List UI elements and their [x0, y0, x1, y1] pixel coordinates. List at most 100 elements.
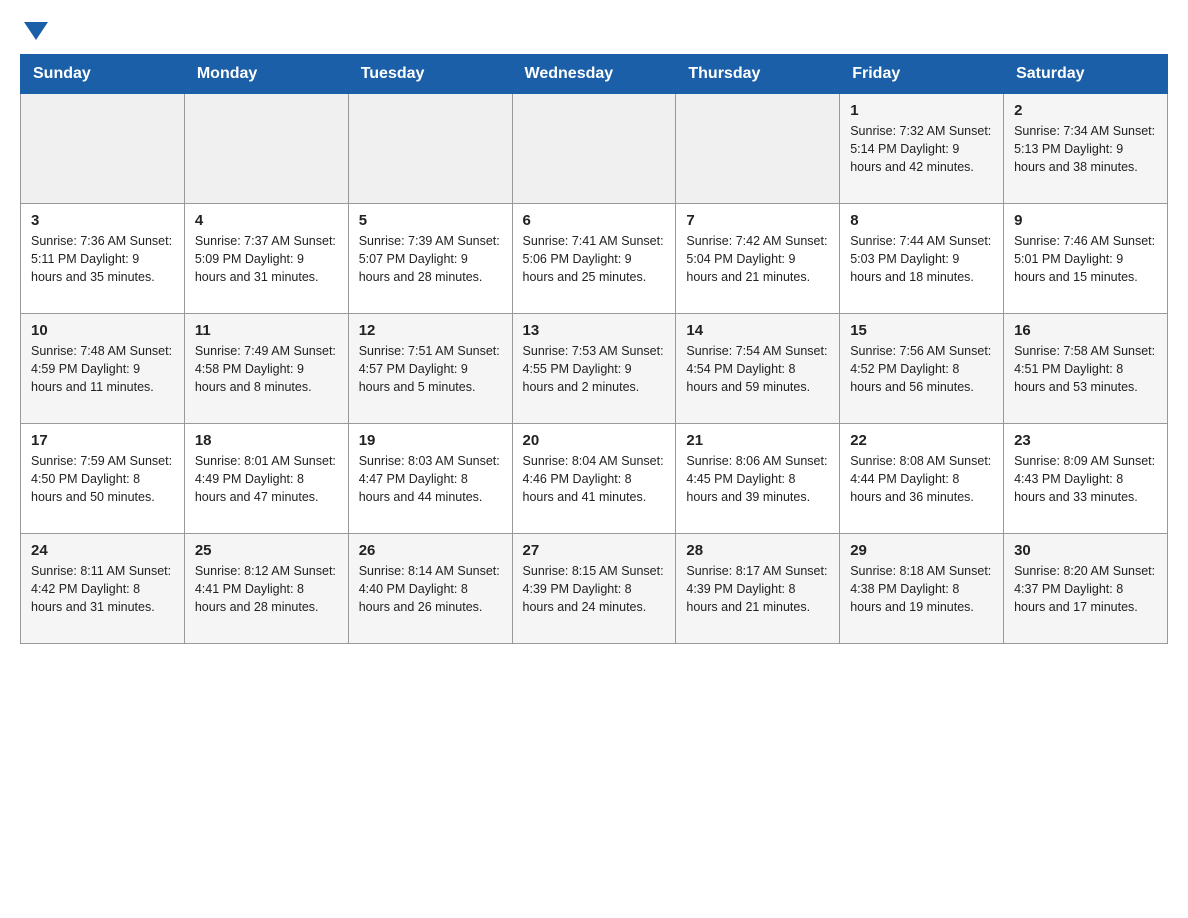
calendar-header-sunday: Sunday [21, 55, 185, 94]
calendar-header-row: SundayMondayTuesdayWednesdayThursdayFrid… [21, 55, 1168, 94]
calendar-day-cell: 12Sunrise: 7:51 AM Sunset: 4:57 PM Dayli… [348, 314, 512, 424]
calendar-day-cell: 16Sunrise: 7:58 AM Sunset: 4:51 PM Dayli… [1004, 314, 1168, 424]
day-number: 6 [523, 212, 666, 229]
calendar-day-cell: 9 Sunrise: 7:46 AM Sunset: 5:01 PM Daylig… [1004, 204, 1168, 314]
day-info: Sunrise: 8:11 AM Sunset: 4:42 PM Dayligh… [31, 562, 174, 616]
calendar-day-cell: 4 Sunrise: 7:37 AM Sunset: 5:09 PM Daylig… [184, 204, 348, 314]
day-info: Sunrise: 8:20 AM Sunset: 4:37 PM Dayligh… [1014, 562, 1157, 616]
calendar-day-cell: 21 Sunrise: 8:06 AM Sunset: 4:45 PM Dayli… [676, 424, 840, 534]
day-info: Sunrise: 7:44 AM Sunset: 5:03 PM Dayligh… [850, 232, 993, 286]
calendar-day-cell: 17 Sunrise: 7:59 AM Sunset: 4:50 PM Dayli… [21, 424, 185, 534]
day-info: Sunrise: 7:59 AM Sunset: 4:50 PM Dayligh… [31, 452, 174, 506]
calendar-day-cell: 13Sunrise: 7:53 AM Sunset: 4:55 PM Dayli… [512, 314, 676, 424]
day-info: Sunrise: 7:39 AM Sunset: 5:07 PM Dayligh… [359, 232, 502, 286]
calendar-day-cell: 14 Sunrise: 7:54 AM Sunset: 4:54 PM Dayli… [676, 314, 840, 424]
day-info: Sunrise: 7:32 AM Sunset: 5:14 PM Dayligh… [850, 122, 993, 176]
day-number: 3 [31, 212, 174, 229]
day-info: Sunrise: 8:03 AM Sunset: 4:47 PM Dayligh… [359, 452, 502, 506]
calendar-week-row: 3Sunrise: 7:36 AM Sunset: 5:11 PM Daylig… [21, 204, 1168, 314]
calendar-day-cell [676, 94, 840, 204]
day-info: Sunrise: 8:04 AM Sunset: 4:46 PM Dayligh… [523, 452, 666, 506]
calendar-header-saturday: Saturday [1004, 55, 1168, 94]
day-number: 26 [359, 542, 502, 559]
day-info: Sunrise: 7:58 AM Sunset: 4:51 PM Dayligh… [1014, 342, 1157, 396]
calendar-day-cell [348, 94, 512, 204]
day-info: Sunrise: 7:48 AM Sunset: 4:59 PM Dayligh… [31, 342, 174, 396]
day-info: Sunrise: 7:34 AM Sunset: 5:13 PM Dayligh… [1014, 122, 1157, 176]
day-info: Sunrise: 7:56 AM Sunset: 4:52 PM Dayligh… [850, 342, 993, 396]
day-number: 15 [850, 322, 993, 339]
day-info: Sunrise: 7:49 AM Sunset: 4:58 PM Dayligh… [195, 342, 338, 396]
day-info: Sunrise: 7:46 AM Sunset: 5:01 PM Dayligh… [1014, 232, 1157, 286]
calendar-week-row: 17 Sunrise: 7:59 AM Sunset: 4:50 PM Dayli… [21, 424, 1168, 534]
day-number: 25 [195, 542, 338, 559]
day-info: Sunrise: 8:12 AM Sunset: 4:41 PM Dayligh… [195, 562, 338, 616]
calendar-week-row: 1 Sunrise: 7:32 AM Sunset: 5:14 PM Daylig… [21, 94, 1168, 204]
day-number: 1 [850, 102, 993, 119]
calendar-week-row: 10 Sunrise: 7:48 AM Sunset: 4:59 PM Dayli… [21, 314, 1168, 424]
calendar-day-cell: 23Sunrise: 8:09 AM Sunset: 4:43 PM Dayli… [1004, 424, 1168, 534]
calendar-header-friday: Friday [840, 55, 1004, 94]
day-number: 7 [686, 212, 829, 229]
day-info: Sunrise: 8:06 AM Sunset: 4:45 PM Dayligh… [686, 452, 829, 506]
calendar-day-cell [512, 94, 676, 204]
day-number: 18 [195, 432, 338, 449]
day-number: 17 [31, 432, 174, 449]
day-info: Sunrise: 8:09 AM Sunset: 4:43 PM Dayligh… [1014, 452, 1157, 506]
day-number: 10 [31, 322, 174, 339]
day-number: 20 [523, 432, 666, 449]
calendar-day-cell: 11 Sunrise: 7:49 AM Sunset: 4:58 PM Dayli… [184, 314, 348, 424]
day-info: Sunrise: 7:37 AM Sunset: 5:09 PM Dayligh… [195, 232, 338, 286]
calendar-day-cell: 29Sunrise: 8:18 AM Sunset: 4:38 PM Dayli… [840, 534, 1004, 644]
calendar-table: SundayMondayTuesdayWednesdayThursdayFrid… [20, 54, 1168, 644]
calendar-day-cell: 24 Sunrise: 8:11 AM Sunset: 4:42 PM Dayli… [21, 534, 185, 644]
calendar-header-monday: Monday [184, 55, 348, 94]
day-number: 4 [195, 212, 338, 229]
day-number: 21 [686, 432, 829, 449]
day-number: 30 [1014, 542, 1157, 559]
day-number: 11 [195, 322, 338, 339]
day-number: 19 [359, 432, 502, 449]
day-number: 24 [31, 542, 174, 559]
day-number: 22 [850, 432, 993, 449]
calendar-day-cell: 10 Sunrise: 7:48 AM Sunset: 4:59 PM Dayli… [21, 314, 185, 424]
day-info: Sunrise: 7:51 AM Sunset: 4:57 PM Dayligh… [359, 342, 502, 396]
calendar-day-cell: 5 Sunrise: 7:39 AM Sunset: 5:07 PM Daylig… [348, 204, 512, 314]
day-info: Sunrise: 8:08 AM Sunset: 4:44 PM Dayligh… [850, 452, 993, 506]
day-number: 14 [686, 322, 829, 339]
calendar-day-cell: 27Sunrise: 8:15 AM Sunset: 4:39 PM Dayli… [512, 534, 676, 644]
calendar-day-cell: 25 Sunrise: 8:12 AM Sunset: 4:41 PM Dayli… [184, 534, 348, 644]
day-number: 2 [1014, 102, 1157, 119]
calendar-day-cell: 6 Sunrise: 7:41 AM Sunset: 5:06 PM Daylig… [512, 204, 676, 314]
calendar-day-cell: 19 Sunrise: 8:03 AM Sunset: 4:47 PM Dayli… [348, 424, 512, 534]
logo-triangle-icon [24, 22, 48, 40]
calendar-day-cell: 28 Sunrise: 8:17 AM Sunset: 4:39 PM Dayli… [676, 534, 840, 644]
day-number: 9 [1014, 212, 1157, 229]
day-info: Sunrise: 7:42 AM Sunset: 5:04 PM Dayligh… [686, 232, 829, 286]
calendar-header-wednesday: Wednesday [512, 55, 676, 94]
day-number: 5 [359, 212, 502, 229]
calendar-header-tuesday: Tuesday [348, 55, 512, 94]
day-number: 27 [523, 542, 666, 559]
day-info: Sunrise: 8:18 AM Sunset: 4:38 PM Dayligh… [850, 562, 993, 616]
calendar-header-thursday: Thursday [676, 55, 840, 94]
calendar-day-cell [21, 94, 185, 204]
page-header [20, 20, 1168, 34]
calendar-day-cell: 15 Sunrise: 7:56 AM Sunset: 4:52 PM Dayli… [840, 314, 1004, 424]
calendar-day-cell: 1 Sunrise: 7:32 AM Sunset: 5:14 PM Daylig… [840, 94, 1004, 204]
calendar-week-row: 24 Sunrise: 8:11 AM Sunset: 4:42 PM Dayli… [21, 534, 1168, 644]
calendar-day-cell: 26Sunrise: 8:14 AM Sunset: 4:40 PM Dayli… [348, 534, 512, 644]
day-number: 28 [686, 542, 829, 559]
calendar-day-cell: 20 Sunrise: 8:04 AM Sunset: 4:46 PM Dayli… [512, 424, 676, 534]
calendar-day-cell: 18Sunrise: 8:01 AM Sunset: 4:49 PM Dayli… [184, 424, 348, 534]
calendar-day-cell: 3Sunrise: 7:36 AM Sunset: 5:11 PM Daylig… [21, 204, 185, 314]
calendar-day-cell: 2 Sunrise: 7:34 AM Sunset: 5:13 PM Daylig… [1004, 94, 1168, 204]
calendar-day-cell: 7 Sunrise: 7:42 AM Sunset: 5:04 PM Daylig… [676, 204, 840, 314]
calendar-day-cell: 22 Sunrise: 8:08 AM Sunset: 4:44 PM Dayli… [840, 424, 1004, 534]
day-info: Sunrise: 7:54 AM Sunset: 4:54 PM Dayligh… [686, 342, 829, 396]
logo [20, 20, 48, 34]
day-number: 13 [523, 322, 666, 339]
day-info: Sunrise: 8:17 AM Sunset: 4:39 PM Dayligh… [686, 562, 829, 616]
day-info: Sunrise: 7:41 AM Sunset: 5:06 PM Dayligh… [523, 232, 666, 286]
calendar-day-cell [184, 94, 348, 204]
